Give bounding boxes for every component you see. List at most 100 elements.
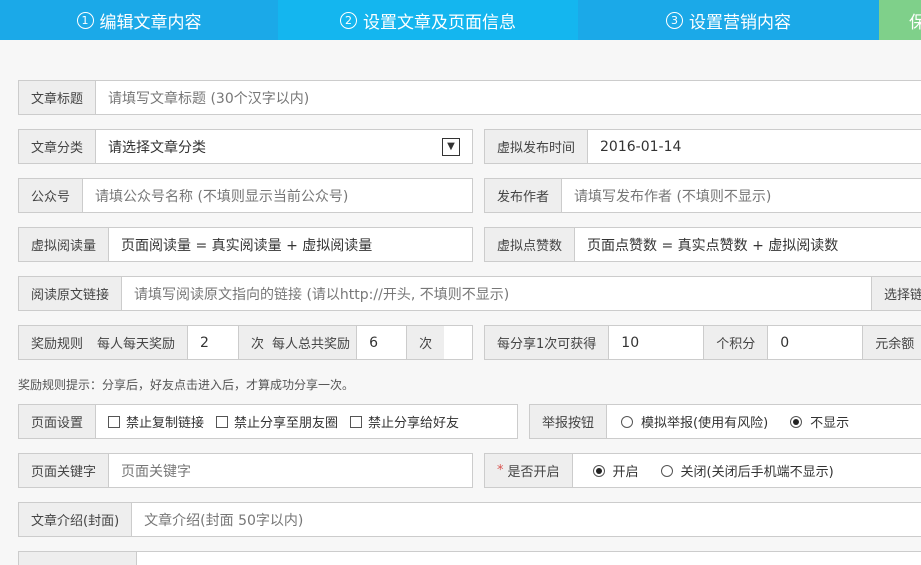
virtual-reads-input[interactable]: 页面阅读量 = 真实阅读量 + 虚拟阅读量 [109,228,472,261]
balance-input[interactable]: 0 [768,326,862,359]
no-share-moments-checkbox[interactable]: 禁止分享至朋友圈 [216,412,338,431]
virtual-likes-label: 虚拟点赞数 [485,228,576,261]
category-row: 文章分类 请选择文章分类 ▼ 虚拟发布时间 2016-01-14 [18,129,921,164]
publish-time-group: 虚拟发布时间 2016-01-14 [484,129,921,164]
report-hide-radio[interactable]: 不显示 [790,412,849,431]
balance-unit: 元余额 [862,326,921,359]
category-group: 文章分类 请选择文章分类 ▼ [18,129,473,164]
virtual-reads-label: 虚拟阅读量 [19,228,110,261]
virtual-likes-input[interactable]: 页面点赞数 = 真实点赞数 + 虚拟阅读数 [575,228,921,261]
checkbox-label: 禁止复制链接 [126,416,205,431]
step-page-info[interactable]: 2 设置文章及页面信息 [278,0,578,40]
account-row: 公众号 请填公众号名称 (不填则显示当前公众号) 发布作者 请填写发布作者 (不… [18,178,921,213]
next-row-input[interactable] [137,552,921,565]
reward-hint: 奖励规则提示：分享后，好友点击进入后，才算成功分享一次。 [18,378,355,392]
step-number: 1 [76,11,94,29]
report-label: 举报按钮 [530,405,608,438]
select-link-button[interactable]: 选择链接 [871,277,921,310]
points-unit: 个积分 [703,326,769,359]
keywords-row: 页面关键字 页面关键字 * 是否开启 开启 关闭(关闭后手机端不显示) [18,453,921,488]
publish-time-label: 虚拟发布时间 [485,130,589,163]
category-select[interactable]: 请选择文章分类 ▼ [96,130,472,163]
next-row-partial [18,551,921,565]
checkbox-label: 禁止分享至朋友圈 [234,416,339,431]
radio-selected-icon [592,464,605,477]
source-link-input[interactable]: 请填写阅读原文指向的链接 (请以http://开头, 不填则不显示) [122,277,871,310]
virtual-stats-row: 虚拟阅读量 页面阅读量 = 真实阅读量 + 虚拟阅读量 虚拟点赞数 页面点赞数 … [18,227,921,262]
daily-times-unit: 次 [251,337,265,352]
radio-icon [660,464,673,477]
radio-label: 模拟举报(使用有风险) [641,416,769,431]
report-group: 举报按钮 模拟举报(使用有风险) 不显示 [529,404,921,439]
intro-input[interactable]: 文章介绍(封面 50字以内) [132,503,921,536]
enabled-label-text: 是否开启 [507,465,560,480]
report-simulate-radio[interactable]: 模拟举报(使用有风险) [621,412,768,431]
checkbox-icon [350,415,363,428]
share-points-input[interactable]: 10 [609,326,703,359]
checkbox-icon [108,415,121,428]
checkbox-label: 禁止分享给好友 [368,416,460,431]
page-settings-label: 页面设置 [19,405,97,438]
reward-group: 奖励规则 每人每天奖励 2 次 每人总共奖励 6 次 [18,325,473,360]
step-label: 保 [909,12,921,33]
title-row: 文章标题 请填写文章标题 (30个汉字以内) [18,80,921,115]
page-settings-options: 禁止复制链接 禁止分享至朋友圈 禁止分享给好友 [96,405,517,438]
virtual-reads-group: 虚拟阅读量 页面阅读量 = 真实阅读量 + 虚拟阅读量 [18,227,473,262]
step-label: 设置文章及页面信息 [363,12,516,33]
no-copy-link-checkbox[interactable]: 禁止复制链接 [108,412,204,431]
source-link-group: 阅读原文链接 请填写阅读原文指向的链接 (请以http://开头, 不填则不显示… [18,276,921,311]
next-row-group [18,551,921,565]
report-options: 模拟举报(使用有风险) 不显示 [607,405,921,438]
radio-label: 关闭(关闭后手机端不显示) [680,465,834,480]
account-label: 公众号 [19,179,84,212]
next-row-label [19,552,137,565]
step-number: 2 [340,11,357,29]
keywords-group: 页面关键字 页面关键字 [18,453,473,488]
share-reward-label: 每分享1次可获得 [485,326,610,359]
page-settings-row: 页面设置 禁止复制链接 禁止分享至朋友圈 禁止分享给好友 举报按钮 模拟举报(使… [18,404,921,439]
step-marketing[interactable]: 3 设置营销内容 [578,0,879,40]
no-share-friends-checkbox[interactable]: 禁止分享给好友 [350,412,459,431]
total-reward-input[interactable]: 6 [356,326,406,359]
author-input[interactable]: 请填写发布作者 (不填则不显示) [562,179,921,212]
keywords-label: 页面关键字 [19,454,110,487]
reward-label: 奖励规则 每人每天奖励 [19,326,189,359]
publish-time-input[interactable]: 2016-01-14 [588,130,921,163]
source-link-row: 阅读原文链接 请填写阅读原文指向的链接 (请以http://开头, 不填则不显示… [18,276,921,311]
title-group: 文章标题 请填写文章标题 (30个汉字以内) [18,80,921,115]
reward-row: 奖励规则 每人每天奖励 2 次 每人总共奖励 6 次 每分享1次可获得 10 个… [18,325,921,360]
enabled-on-radio[interactable]: 开启 [592,461,639,480]
radio-selected-icon [790,415,803,428]
save-step-button[interactable]: 保 [879,0,921,40]
enabled-group: * 是否开启 开启 关闭(关闭后手机端不显示) [484,453,921,488]
step-bar: 1 编辑文章内容 2 设置文章及页面信息 3 设置营销内容 保 [0,0,921,40]
category-label: 文章分类 [19,130,97,163]
total-reward-label: 每人总共奖励 [272,337,351,352]
daily-reward-label: 每人每天奖励 [97,337,176,352]
author-group: 发布作者 请填写发布作者 (不填则不显示) [484,178,921,213]
intro-label: 文章介绍(封面) [19,503,133,536]
daily-reward-unit: 次 每人总共奖励 [238,326,357,359]
intro-group: 文章介绍(封面) 文章介绍(封面 50字以内) [18,502,921,537]
page-settings-group: 页面设置 禁止复制链接 禁止分享至朋友圈 禁止分享给好友 [18,404,518,439]
enabled-off-radio[interactable]: 关闭(关闭后手机端不显示) [660,461,834,480]
step-edit-content[interactable]: 1 编辑文章内容 [0,0,278,40]
source-link-label: 阅读原文链接 [19,277,123,310]
author-label: 发布作者 [485,179,563,212]
virtual-likes-group: 虚拟点赞数 页面点赞数 = 真实点赞数 + 虚拟阅读数 [484,227,921,262]
daily-reward-input[interactable]: 2 [188,326,238,359]
category-selected: 请选择文章分类 [108,139,207,156]
checkbox-icon [216,415,229,428]
share-reward-group: 每分享1次可获得 10 个积分 0 元余额 [484,325,921,360]
account-group: 公众号 请填公众号名称 (不填则显示当前公众号) [18,178,473,213]
reward-title: 奖励规则 [31,337,84,352]
intro-row: 文章介绍(封面) 文章介绍(封面 50字以内) [18,502,921,537]
account-input[interactable]: 请填公众号名称 (不填则显示当前公众号) [83,179,472,212]
step-number: 3 [666,11,683,29]
step-label: 编辑文章内容 [99,12,202,33]
title-label: 文章标题 [19,81,97,114]
keywords-input[interactable]: 页面关键字 [109,454,472,487]
required-mark: * [497,463,504,478]
chevron-down-icon[interactable]: ▼ [442,137,460,156]
title-input[interactable]: 请填写文章标题 (30个汉字以内) [96,81,921,114]
